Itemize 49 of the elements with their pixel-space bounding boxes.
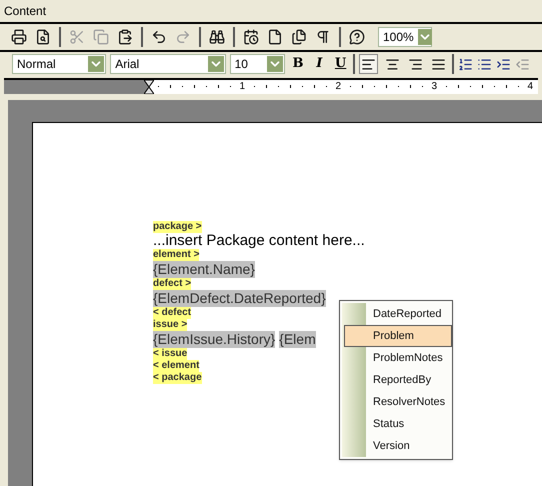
menu-item[interactable]: ResolverNotes <box>344 391 452 413</box>
pages-icon <box>291 29 307 45</box>
field-token: {Element.Name} <box>153 261 255 278</box>
menu-item[interactable]: Problem <box>344 325 452 347</box>
field-token: {Elem <box>279 331 316 348</box>
pilcrow-icon <box>315 29 331 45</box>
menu-item[interactable]: Status <box>344 413 452 435</box>
clipboard-icon <box>117 29 133 45</box>
section-tag: issue > <box>153 319 188 331</box>
binoculars-icon <box>209 29 225 45</box>
dropdown-field[interactable]: Normal <box>12 54 106 74</box>
section-tag: < defect <box>153 307 192 319</box>
section-tag: < issue <box>153 348 188 360</box>
dropdown-field[interactable]: 10 <box>230 54 286 74</box>
preview-icon <box>35 29 51 45</box>
indent-marker-icon[interactable] <box>144 80 154 94</box>
section-tag: element > <box>153 249 200 261</box>
indent-icon[interactable] <box>496 56 512 72</box>
section-tag: defect > <box>153 278 192 290</box>
dropdown-field[interactable]: Arial <box>110 54 226 74</box>
placeholder-text: ...insert Package content here... <box>153 233 365 249</box>
format-button[interactable]: I <box>310 54 328 74</box>
format-button[interactable]: U <box>332 54 350 74</box>
section-tag: package > <box>153 221 202 233</box>
align-center-icon <box>384 56 400 72</box>
scissors-icon <box>69 29 85 45</box>
menu-item[interactable]: ProblemNotes <box>344 347 452 369</box>
calendar-clock-icon <box>243 29 259 45</box>
panel-title: Content <box>4 3 46 20</box>
align-left-button[interactable] <box>359 54 378 74</box>
menu-item[interactable]: Version <box>344 435 452 457</box>
format-button[interactable]: B <box>289 54 307 74</box>
help-icon <box>349 29 365 45</box>
redo-icon <box>175 29 191 45</box>
field-token: {ElemIssue.History} <box>153 331 276 348</box>
menu-item[interactable]: DateReported <box>344 303 452 325</box>
menu-item[interactable]: ReportedBy <box>344 369 452 391</box>
page-icon <box>267 29 283 45</box>
section-tag: < package <box>153 372 202 384</box>
numbered-list-icon[interactable] <box>458 56 474 72</box>
copy-icon <box>93 29 109 45</box>
undo-icon <box>151 29 167 45</box>
print-icon <box>11 29 27 45</box>
align-justify-icon <box>431 56 446 72</box>
field-token: {ElemDefect.DateReported} <box>153 290 326 307</box>
align-right-icon <box>408 56 423 72</box>
bullet-list-icon[interactable] <box>477 56 492 72</box>
dropdown-field[interactable]: 100% <box>378 27 432 47</box>
align-left-icon <box>361 56 376 72</box>
